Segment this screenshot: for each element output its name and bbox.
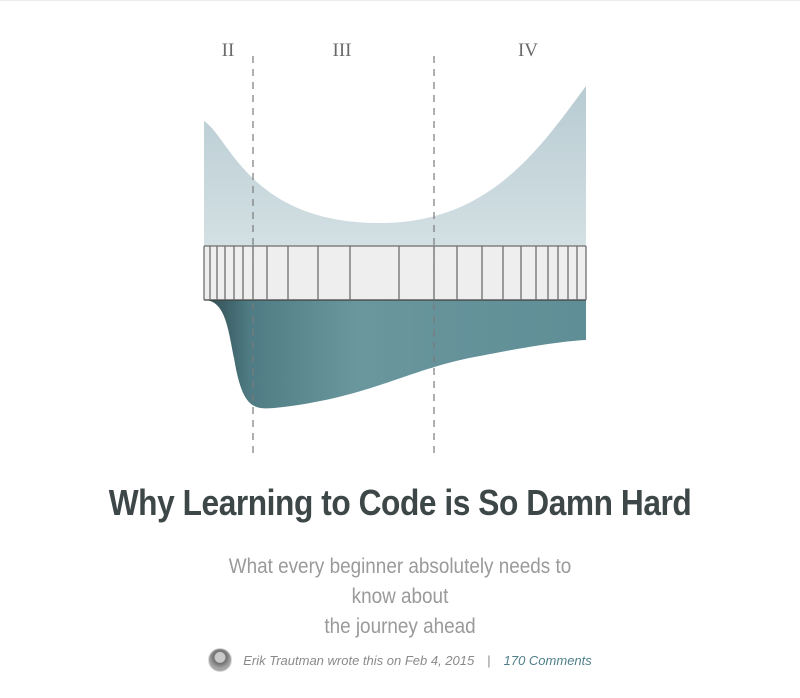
author-avatar[interactable] <box>208 648 233 672</box>
top-divider <box>0 0 800 1</box>
upper-wave <box>204 86 586 246</box>
article-subtitle: What every beginner absolutely needs to … <box>220 552 580 642</box>
article-title: Why Learning to Code is So Damn Hard <box>108 482 692 523</box>
hero-illustration: II III IV <box>203 40 587 453</box>
author-meta: Erik Trautman wrote this on Feb 4, 2015 <box>243 652 475 668</box>
byline-separator: | <box>487 652 491 668</box>
stage-label-ii: II <box>222 40 235 61</box>
byline: Erik Trautman wrote this on Feb 4, 2015 … <box>0 648 800 672</box>
stage-label-iv: IV <box>518 40 538 61</box>
subtitle-line-1: What every beginner absolutely needs to … <box>228 555 572 608</box>
progress-band <box>204 246 586 300</box>
subtitle-line-2: the journey ahead <box>324 615 476 638</box>
stage-label-iii: III <box>333 40 352 61</box>
lower-wave <box>204 300 586 409</box>
comments-link[interactable]: 170 Comments <box>504 653 592 668</box>
